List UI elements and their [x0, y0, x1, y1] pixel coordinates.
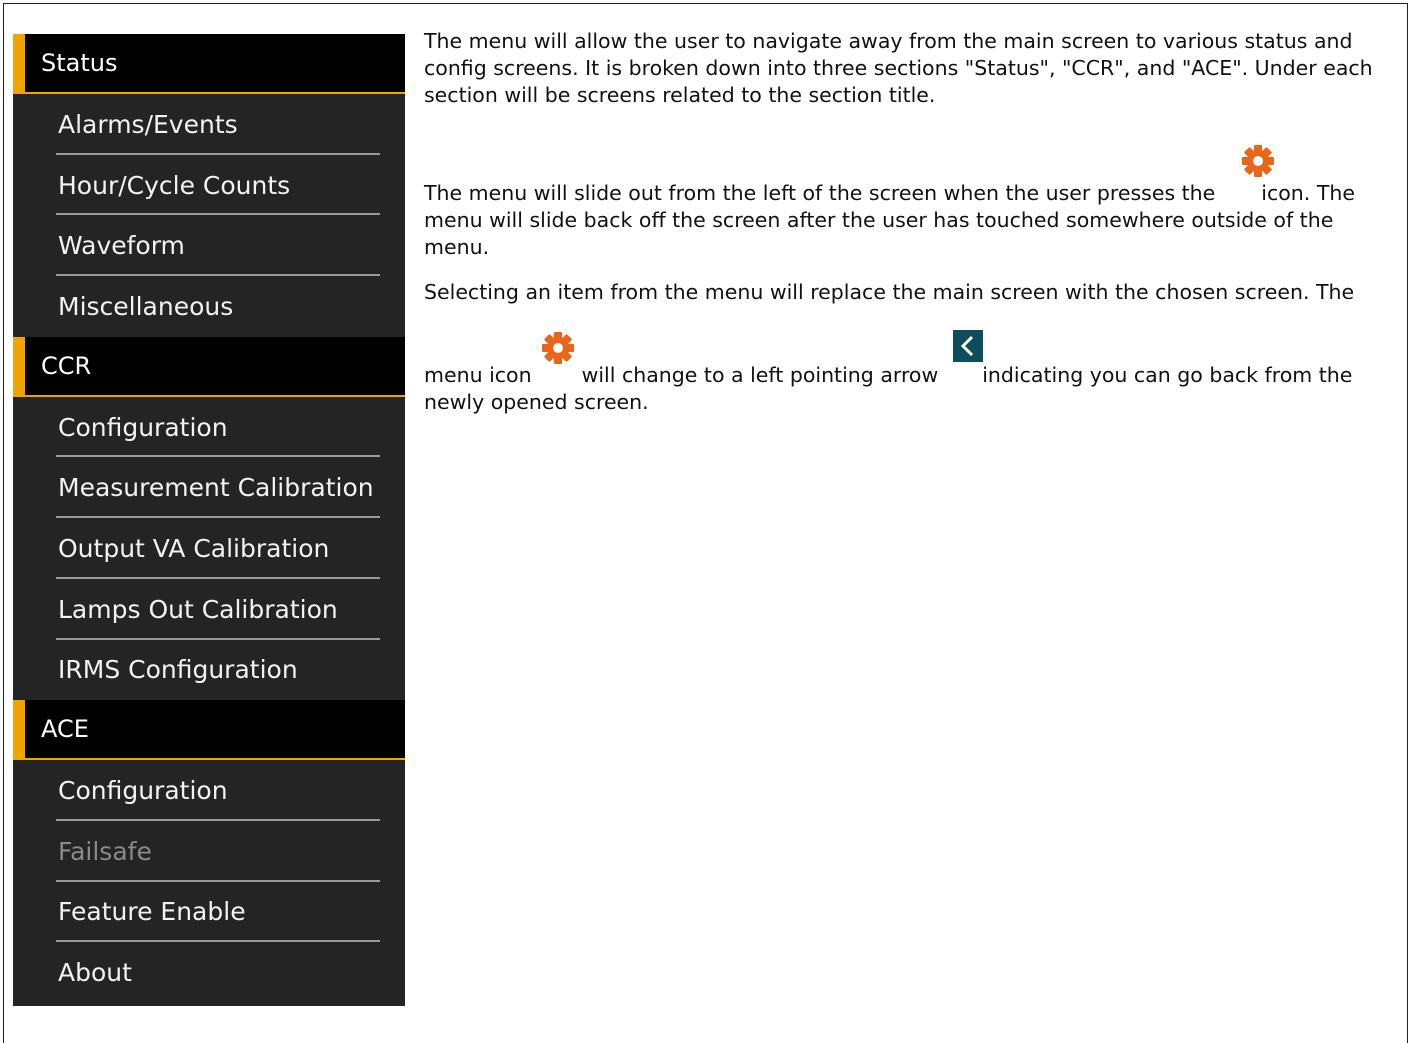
menu-item-label: Configuration — [58, 776, 228, 806]
menu-item-label: Feature Enable — [58, 897, 246, 927]
menu-item-label: Alarms/Events — [58, 109, 238, 139]
menu-item-waveform[interactable]: Waveform — [13, 215, 405, 277]
menu-item-miscellaneous[interactable]: Miscellaneous — [13, 276, 405, 337]
menu-item-about[interactable]: About — [13, 942, 405, 1003]
menu-section-status-items: Alarms/Events Hour/Cycle Counts Waveform… — [13, 94, 405, 337]
menu-item-label: Miscellaneous — [58, 291, 234, 321]
menu-item-failsafe: Failsafe — [13, 821, 405, 882]
menu-item-measurement-calibration[interactable]: Measurement Calibration — [13, 457, 405, 519]
section-title: CCR — [41, 351, 92, 380]
menu-item-label: About — [58, 958, 132, 988]
menu-item-label: IRMS Configuration — [58, 655, 298, 685]
menu-section-status: Status — [13, 34, 405, 94]
menu-item-label: Configuration — [58, 412, 228, 442]
menu-item-ace-configuration[interactable]: Configuration — [13, 760, 405, 821]
menu-item-hour-cycle-counts[interactable]: Hour/Cycle Counts — [13, 155, 405, 216]
menu-item-irms-configuration[interactable]: IRMS Configuration — [13, 640, 405, 701]
menu-section-ccr: CCR — [13, 336, 405, 397]
menu-item-label: Hour/Cycle Counts — [58, 170, 291, 200]
paragraph-text: The menu will slide out from the left of… — [424, 181, 1216, 205]
paragraph-slide-out: The menu will slide out from the left of… — [424, 180, 1399, 261]
menu-section-ccr-items: Configuration Measurement Calibration Ou… — [13, 397, 405, 700]
menu-item-ccr-configuration[interactable]: Configuration — [13, 397, 405, 458]
paragraph-arrow: menu icon will change to a left pointing … — [424, 362, 1399, 416]
paragraph-text: will change to a left pointing arrow — [581, 363, 939, 387]
paragraph-selecting: Selecting an item from the menu will rep… — [424, 280, 1355, 304]
menu-item-label: Measurement Calibration — [58, 473, 374, 503]
chevron-left-icon — [953, 330, 983, 362]
side-menu: Status Alarms/Events Hour/Cycle Counts W… — [13, 34, 405, 1006]
section-title: ACE — [41, 715, 89, 744]
menu-item-label: Failsafe — [58, 836, 152, 866]
paragraph-text: menu icon — [424, 363, 532, 387]
menu-item-feature-enable[interactable]: Feature Enable — [13, 882, 405, 943]
menu-item-alarms-events[interactable]: Alarms/Events — [13, 94, 405, 155]
gear-icon — [1242, 145, 1274, 177]
gear-icon — [542, 332, 574, 364]
menu-item-label: Output VA Calibration — [58, 533, 330, 563]
menu-item-label: Lamps Out Calibration — [58, 594, 338, 624]
paragraph-menu-overview: The menu will allow the user to navigate… — [424, 29, 1373, 107]
menu-item-lamps-out-calibration[interactable]: Lamps Out Calibration — [13, 579, 405, 640]
menu-section-ace: ACE — [13, 700, 405, 761]
menu-section-ace-items: Configuration Failsafe Feature Enable Ab… — [13, 760, 405, 1003]
menu-item-label: Waveform — [58, 231, 185, 261]
section-title: Status — [41, 49, 118, 77]
menu-item-output-va-calibration[interactable]: Output VA Calibration — [13, 518, 405, 579]
